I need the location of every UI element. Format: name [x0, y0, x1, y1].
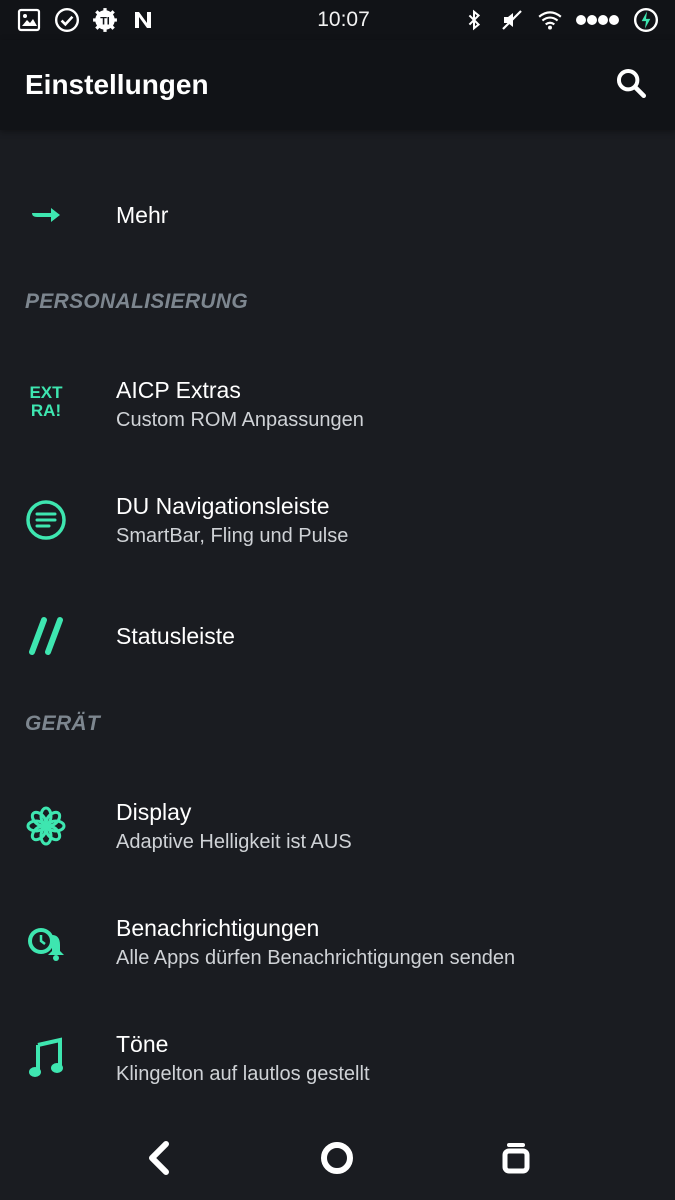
settings-item-title: Töne	[116, 1031, 169, 1057]
search-button[interactable]	[611, 65, 651, 105]
music-note-icon	[20, 1032, 72, 1084]
settings-item-aicp-extras[interactable]: EXT RA! AICP Extras Custom ROM Anpassung…	[0, 350, 675, 450]
alarm-bell-icon	[20, 916, 72, 968]
home-button[interactable]	[307, 1130, 367, 1190]
n-icon	[130, 7, 156, 33]
settings-item-statusbar[interactable]: Statusleiste	[0, 596, 675, 676]
double-slash-icon	[20, 610, 72, 662]
status-bar-right	[461, 7, 659, 33]
signal-dots-icon	[575, 7, 621, 33]
back-button[interactable]	[129, 1130, 189, 1190]
extra-icon: EXT RA!	[20, 374, 72, 426]
bluetooth-icon	[461, 7, 487, 33]
settings-item-subtitle: Alle Apps dürfen Benachrichtigungen send…	[116, 947, 516, 969]
status-time: 10:07	[317, 8, 370, 31]
settings-item-more[interactable]: Mehr	[0, 175, 675, 255]
settings-item-subtitle: Adaptive Helligkeit ist AUS	[116, 831, 352, 853]
settings-item-subtitle: Custom ROM Anpassungen	[116, 409, 364, 431]
settings-item-subtitle: SmartBar, Fling und Pulse	[116, 525, 349, 547]
status-bar: TI 10:07	[0, 0, 675, 40]
settings-item-title: AICP Extras	[116, 377, 241, 403]
navigation-bar	[0, 1120, 675, 1200]
section-header-device: GERÄT	[25, 712, 100, 735]
settings-item-title: Display	[116, 799, 192, 825]
settings-list: Mehr PERSONALISIERUNG EXT RA! AICP Extra…	[0, 130, 675, 1120]
gear-badge-icon: TI	[92, 7, 118, 33]
arrow-right-icon	[20, 189, 72, 241]
home-icon	[319, 1140, 355, 1181]
image-icon	[16, 7, 42, 33]
extra-icon-text-top: EXT	[29, 383, 63, 402]
settings-item-title: Benachrichtigungen	[116, 915, 320, 941]
settings-item-title: DU Navigationsleiste	[116, 493, 330, 519]
settings-item-sounds[interactable]: Töne Klingelton auf lautlos gestellt	[0, 1004, 675, 1104]
battery-icon	[633, 7, 659, 33]
check-circle-icon	[54, 7, 80, 33]
app-toolbar: Einstellungen	[0, 40, 675, 130]
status-bar-left: TI	[16, 7, 286, 33]
search-icon	[614, 66, 648, 105]
back-icon	[144, 1140, 174, 1181]
settings-item-subtitle: Klingelton auf lautlos gestellt	[116, 1063, 370, 1085]
settings-item-display[interactable]: Display Adaptive Helligkeit ist AUS	[0, 772, 675, 872]
section-header-personalization: PERSONALISIERUNG	[25, 290, 248, 313]
wifi-icon	[537, 7, 563, 33]
settings-item-title: Mehr	[116, 202, 169, 228]
page-title: Einstellungen	[25, 69, 209, 100]
recents-button[interactable]	[486, 1130, 546, 1190]
muted-icon	[499, 7, 525, 33]
lines-circle-icon	[20, 494, 72, 546]
recents-icon	[501, 1140, 531, 1181]
extra-icon-text-bottom: RA!	[31, 401, 61, 420]
settings-item-title: Statusleiste	[116, 623, 235, 649]
settings-item-notifications[interactable]: Benachrichtigungen Alle Apps dürfen Bena…	[0, 888, 675, 988]
settings-item-du-navigation[interactable]: DU Navigationsleiste SmartBar, Fling und…	[0, 466, 675, 566]
svg-text:TI: TI	[100, 15, 110, 27]
flower-icon	[20, 800, 72, 852]
